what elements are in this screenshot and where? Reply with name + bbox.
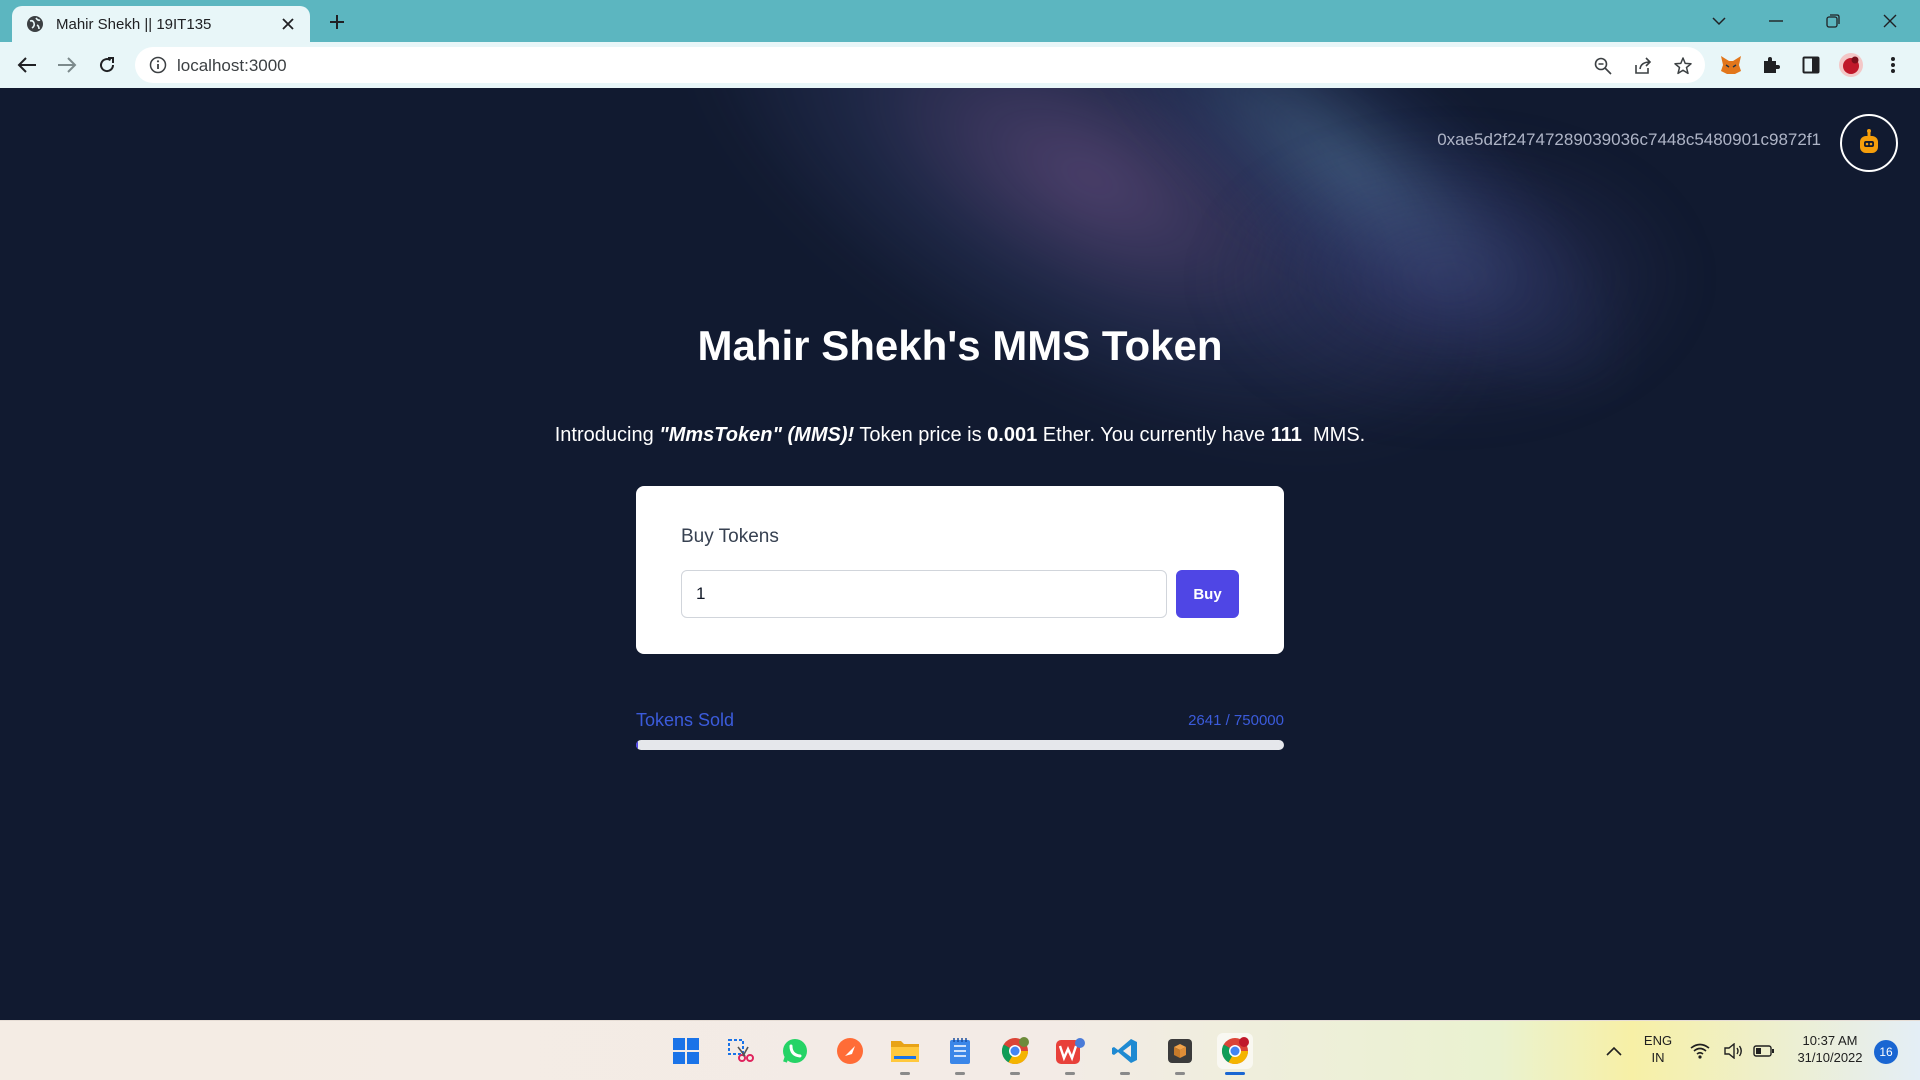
dapp-page: 0xae5d2f24747289039036c7448c5480901c9872…: [0, 88, 1920, 1020]
running-indicator: [1120, 1072, 1130, 1075]
active-indicator: [1225, 1072, 1245, 1075]
intro-prefix: Introducing: [554, 424, 660, 446]
bookmark-star-icon[interactable]: [1672, 55, 1694, 77]
side-panel-icon[interactable]: [1798, 52, 1824, 78]
battery-icon[interactable]: [1752, 1033, 1776, 1069]
tokens-sold-progress-bar: [636, 740, 1284, 750]
tokens-sold-progress-fill: [636, 740, 639, 750]
close-window-icon[interactable]: [1870, 6, 1910, 36]
sublime-package-icon[interactable]: [1162, 1033, 1198, 1075]
intro-price-suffix: Ether. You currently have: [1037, 424, 1271, 446]
intro-price-prefix: Token price is: [854, 424, 988, 446]
background-glow: [1200, 128, 1700, 428]
zoom-icon[interactable]: [1592, 55, 1614, 77]
browser-tab[interactable]: Mahir Shekh || 19IT135: [12, 6, 310, 42]
chrome-profile-icon[interactable]: [997, 1033, 1033, 1075]
notification-count-badge[interactable]: 16: [1874, 1040, 1898, 1064]
buy-tokens-heading: Buy Tokens: [681, 526, 779, 547]
info-icon[interactable]: [149, 56, 167, 74]
kebab-menu-icon[interactable]: [1880, 52, 1906, 78]
restore-icon[interactable]: [1813, 6, 1853, 36]
tab-search-chevron-icon[interactable]: [1699, 6, 1739, 36]
token-balance: 111: [1270, 424, 1302, 446]
buy-button[interactable]: Buy: [1176, 570, 1239, 618]
browser-toolbar: localhost:3000: [0, 42, 1920, 88]
notepad-icon[interactable]: [942, 1033, 978, 1075]
minimize-icon[interactable]: [1756, 6, 1796, 36]
running-indicator: [955, 1072, 965, 1075]
running-indicator: [1065, 1072, 1075, 1075]
page-title: Mahir Shekh's MMS Token: [697, 322, 1223, 369]
language-code: ENG: [1643, 1033, 1673, 1048]
browser-tab-bar: Mahir Shekh || 19IT135: [0, 0, 1920, 42]
wifi-icon[interactable]: [1688, 1033, 1712, 1069]
token-quantity-input[interactable]: [681, 570, 1167, 618]
reload-icon[interactable]: [92, 50, 122, 80]
extensions-puzzle-icon[interactable]: [1758, 52, 1784, 78]
metamask-fox-icon[interactable]: [1718, 52, 1744, 78]
clock-time: 10:37 AM: [1802, 1033, 1858, 1048]
close-icon[interactable]: [278, 14, 298, 34]
running-indicator: [900, 1072, 910, 1075]
share-icon[interactable]: [1632, 55, 1654, 77]
token-price: 0.001: [987, 424, 1038, 446]
profile-avatar-icon[interactable]: [1838, 52, 1864, 78]
address-bar[interactable]: localhost:3000: [135, 47, 1705, 83]
snipping-tool-icon[interactable]: [722, 1033, 758, 1069]
postman-icon[interactable]: [832, 1033, 868, 1069]
back-arrow-icon[interactable]: [12, 50, 42, 80]
token-name: "MmsToken" (MMS)!: [659, 424, 855, 446]
running-indicator: [1175, 1072, 1185, 1075]
new-tab-icon[interactable]: [325, 10, 349, 34]
file-explorer-icon[interactable]: [887, 1033, 923, 1075]
volume-icon[interactable]: [1722, 1033, 1746, 1069]
token-intro-text: Introducing "MmsToken" (MMS)! Token pric…: [0, 424, 1920, 447]
tab-title: Mahir Shekh || 19IT135: [56, 15, 212, 33]
language-indicator[interactable]: ENG IN: [1640, 1033, 1676, 1065]
forward-arrow-icon[interactable]: [52, 50, 82, 80]
url-text[interactable]: localhost:3000: [177, 56, 287, 76]
tokens-sold-count: 2641 / 750000: [1188, 712, 1284, 729]
clock[interactable]: 10:37 AM 31/10/2022: [1790, 1033, 1870, 1065]
buy-tokens-card: Buy Tokens Buy: [636, 486, 1284, 654]
chrome-icon[interactable]: [1217, 1033, 1253, 1075]
wallet-address: 0xae5d2f24747289039036c7448c5480901c9872…: [1437, 130, 1821, 149]
globe-icon: [26, 15, 44, 33]
chevron-up-icon[interactable]: [1596, 1033, 1632, 1069]
running-indicator: [1010, 1072, 1020, 1075]
windows-taskbar: ENG IN 10:37 AM 31/10/2022 16: [0, 1020, 1920, 1080]
robot-avatar-icon: [1853, 127, 1885, 159]
tokens-sold-label: Tokens Sold: [636, 710, 735, 730]
whatsapp-icon[interactable]: [777, 1033, 813, 1069]
intro-balance-suffix: MMS.: [1301, 424, 1366, 446]
vscode-icon[interactable]: [1107, 1033, 1143, 1075]
wallet-avatar-button[interactable]: [1840, 114, 1898, 172]
windows-start-icon[interactable]: [668, 1033, 704, 1069]
wps-office-icon[interactable]: [1052, 1033, 1088, 1075]
region-code: IN: [1651, 1050, 1665, 1065]
clock-date: 31/10/2022: [1797, 1050, 1863, 1065]
